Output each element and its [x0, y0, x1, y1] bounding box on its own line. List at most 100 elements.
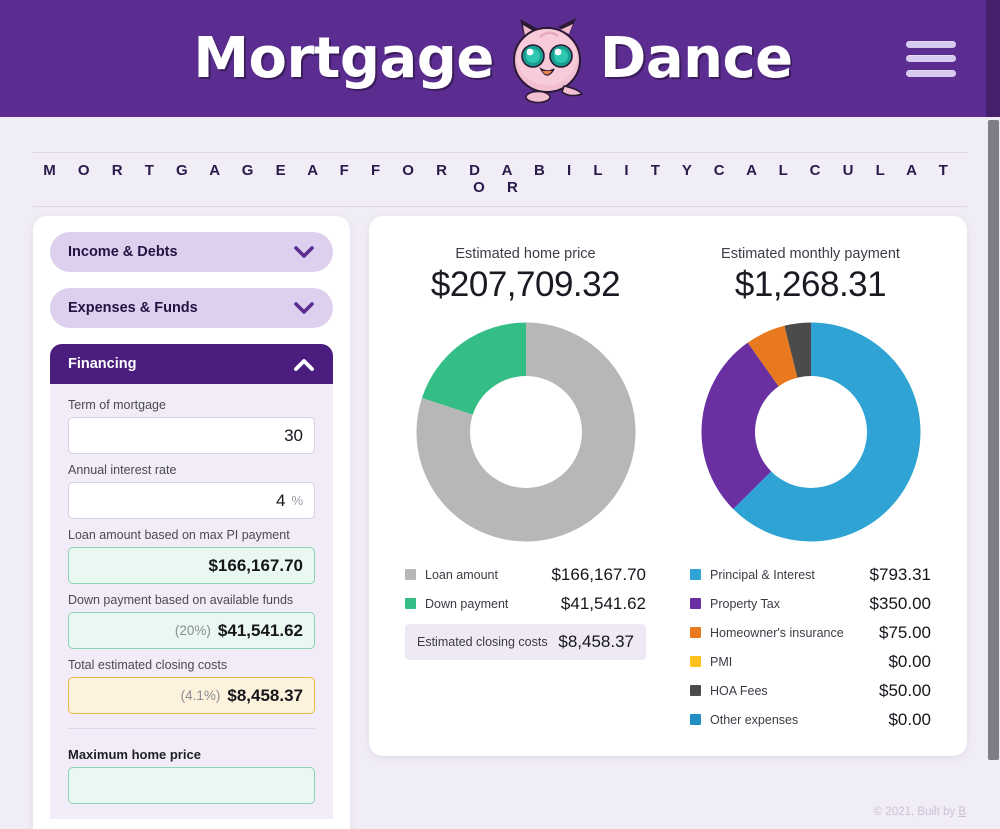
field-annual-interest-rate: Annual interest rate 4 %	[68, 463, 315, 519]
label-closing-costs: Total estimated closing costs	[68, 658, 228, 672]
accordion-label-expenses-funds: Expenses & Funds	[68, 300, 198, 316]
home-price-legend: Loan amount $166,167.70 Down payment $41…	[405, 560, 646, 660]
page-scrollbar-thumb[interactable]	[988, 120, 999, 760]
label-term-of-mortgage: Term of mortgage	[68, 398, 166, 412]
legend-value-other-expenses: $0.00	[888, 709, 931, 729]
legend-row-property-tax: Property Tax $350.00	[690, 589, 931, 618]
accordion-header-income-debts[interactable]: Income & Debts	[50, 232, 333, 272]
input-down-payment[interactable]: (20%) $41,541.62	[68, 612, 315, 649]
input-term-of-mortgage[interactable]: 30	[68, 417, 315, 454]
input-annual-interest-rate[interactable]: 4 %	[68, 482, 315, 519]
label-loan-amount: Loan amount based on max PI payment	[68, 528, 290, 542]
swatch-other-expenses-icon	[690, 714, 701, 725]
input-closing-costs[interactable]: (4.1%) $8,458.37	[68, 677, 315, 714]
footer-author-link[interactable]: B	[958, 806, 966, 818]
swatch-down-payment-icon	[405, 598, 416, 609]
legend-value-hoa-fees: $50.00	[879, 680, 931, 700]
legend-label-principal-interest: Principal & Interest	[710, 567, 815, 582]
field-maximum-home-price: Maximum home price	[68, 747, 315, 804]
accordion-expenses-funds: Expenses & Funds	[50, 288, 333, 328]
value-closing-costs: $8,458.37	[227, 685, 303, 705]
swatch-property-tax-icon	[690, 598, 701, 609]
brand-logo: Mortgage Dance	[193, 13, 793, 105]
results-panel: Estimated home price $207,709.32 Loan am	[369, 216, 967, 756]
value-annual-interest-rate: 4	[275, 490, 286, 510]
accordion-header-financing[interactable]: Financing	[50, 344, 333, 384]
swatch-pmi-icon	[690, 656, 701, 667]
field-down-payment: Down payment based on available funds (2…	[68, 593, 315, 649]
swatch-hoa-fees-icon	[690, 685, 701, 696]
field-closing-costs: Total estimated closing costs (4.1%) $8,…	[68, 658, 315, 714]
legend-row-pmi: PMI $0.00	[690, 647, 931, 676]
accordion-header-expenses-funds[interactable]: Expenses & Funds	[50, 288, 333, 328]
monthly-payment-column: Estimated monthly payment $1,268.31 Prin…	[668, 246, 953, 734]
hamburger-menu-icon[interactable]	[906, 40, 956, 77]
sidebar-panel: Income & Debts Expenses & Funds Financin…	[33, 216, 350, 829]
home-price-column: Estimated home price $207,709.32 Loan am	[383, 246, 668, 734]
accordion-label-income-debts: Income & Debts	[68, 244, 178, 260]
donut-hole	[469, 376, 582, 488]
input-maximum-home-price[interactable]	[68, 767, 315, 804]
legend-value-closing-costs: $8,458.37	[558, 632, 634, 651]
legend-row-down-payment: Down payment $41,541.62	[405, 589, 646, 618]
section-divider	[68, 728, 315, 729]
header-edge-strip	[986, 0, 1000, 117]
legend-value-pmi: $0.00	[888, 651, 931, 671]
value-term-of-mortgage: 30	[284, 425, 303, 445]
legend-label-closing-costs: Estimated closing costs	[417, 634, 548, 649]
legend-label-homeowners-insurance: Homeowner's insurance	[710, 625, 844, 640]
legend-value-loan-amount: $166,167.70	[551, 564, 646, 584]
home-price-donut-wrap	[383, 321, 668, 543]
brand-word-first: Mortgage	[193, 26, 494, 91]
label-annual-interest-rate: Annual interest rate	[68, 463, 177, 477]
input-loan-amount[interactable]: $166,167.70	[68, 547, 315, 584]
field-term-of-mortgage: Term of mortgage 30	[68, 398, 315, 454]
legend-row-other-expenses: Other expenses $0.00	[690, 705, 931, 734]
legend-label-down-payment: Down payment	[425, 596, 509, 611]
accordion-body-financing: Term of mortgage 30 Annual interest rate…	[50, 384, 333, 819]
hamburger-bar-1	[906, 40, 956, 48]
legend-value-homeowners-insurance: $75.00	[879, 622, 931, 642]
legend-row-homeowners-insurance: Homeowner's insurance $75.00	[690, 618, 931, 647]
legend-label-pmi: PMI	[710, 654, 733, 669]
accordion-label-financing: Financing	[68, 356, 137, 372]
home-price-donut-chart	[416, 322, 635, 542]
legend-label-other-expenses: Other expenses	[710, 712, 799, 727]
accordion-income-debts: Income & Debts	[50, 232, 333, 272]
legend-row-hoa-fees: HOA Fees $50.00	[690, 676, 931, 705]
monthly-payment-legend: Principal & Interest $793.31 Property Ta…	[690, 560, 931, 734]
percent-down-payment: (20%)	[174, 623, 211, 638]
results-row: Estimated home price $207,709.32 Loan am	[369, 216, 967, 734]
legend-value-down-payment: $41,541.62	[560, 593, 646, 613]
swatch-loan-amount-icon	[405, 569, 416, 580]
legend-row-loan-amount: Loan amount $166,167.70	[405, 560, 646, 589]
label-estimated-monthly-payment: Estimated monthly payment	[721, 246, 900, 262]
label-estimated-home-price: Estimated home price	[455, 246, 596, 262]
monthly-payment-donut-wrap	[668, 321, 953, 543]
field-loan-amount: Loan amount based on max PI payment $166…	[68, 528, 315, 584]
value-estimated-home-price: $207,709.32	[430, 265, 621, 304]
page-title: M O R T G A G E A F F O R D A B I L I T …	[43, 162, 957, 196]
value-down-payment: $41,541.62	[217, 620, 303, 640]
monthly-payment-donut-chart	[701, 322, 920, 542]
hamburger-bar-2	[906, 55, 956, 62]
unit-percent: %	[291, 493, 303, 508]
legend-value-property-tax: $350.00	[869, 593, 931, 613]
footer-text: © 2021, Built by	[873, 806, 959, 818]
donut-hole	[754, 376, 867, 488]
jigglypuff-mascot-icon	[512, 17, 584, 103]
accordion-financing: Financing Term of mortgage 30 Annual int…	[50, 344, 333, 819]
legend-value-principal-interest: $793.31	[869, 564, 931, 584]
app-root: Mortgage Dance M O R T G A G E A F F O R…	[0, 0, 1000, 829]
app-header: Mortgage Dance	[0, 0, 986, 117]
legend-row-closing-costs: Estimated closing costs $8,458.37	[405, 624, 646, 660]
legend-row-principal-interest: Principal & Interest $793.31	[690, 560, 931, 589]
percent-closing-costs: (4.1%)	[180, 688, 221, 703]
page-title-band: M O R T G A G E A F F O R D A B I L I T …	[33, 152, 967, 207]
hamburger-bar-3	[906, 69, 956, 77]
legend-label-loan-amount: Loan amount	[425, 567, 498, 582]
legend-label-hoa-fees: HOA Fees	[710, 683, 768, 698]
legend-label-property-tax: Property Tax	[710, 596, 780, 611]
brand-word-second: Dance	[599, 26, 793, 91]
label-maximum-home-price: Maximum home price	[68, 747, 201, 762]
